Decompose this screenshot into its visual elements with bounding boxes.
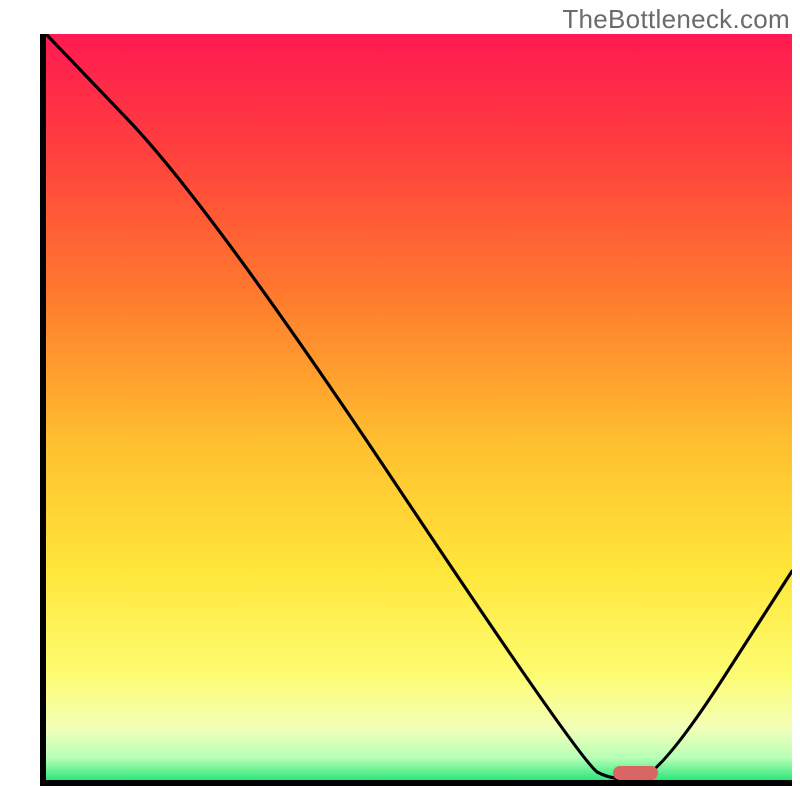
optimal-range-marker xyxy=(613,766,658,780)
bottleneck-curve xyxy=(46,34,792,780)
plot-frame xyxy=(40,34,792,786)
plot-area xyxy=(46,34,792,780)
watermark-text: TheBottleneck.com xyxy=(562,4,790,35)
chart-container: TheBottleneck.com xyxy=(0,0,800,800)
